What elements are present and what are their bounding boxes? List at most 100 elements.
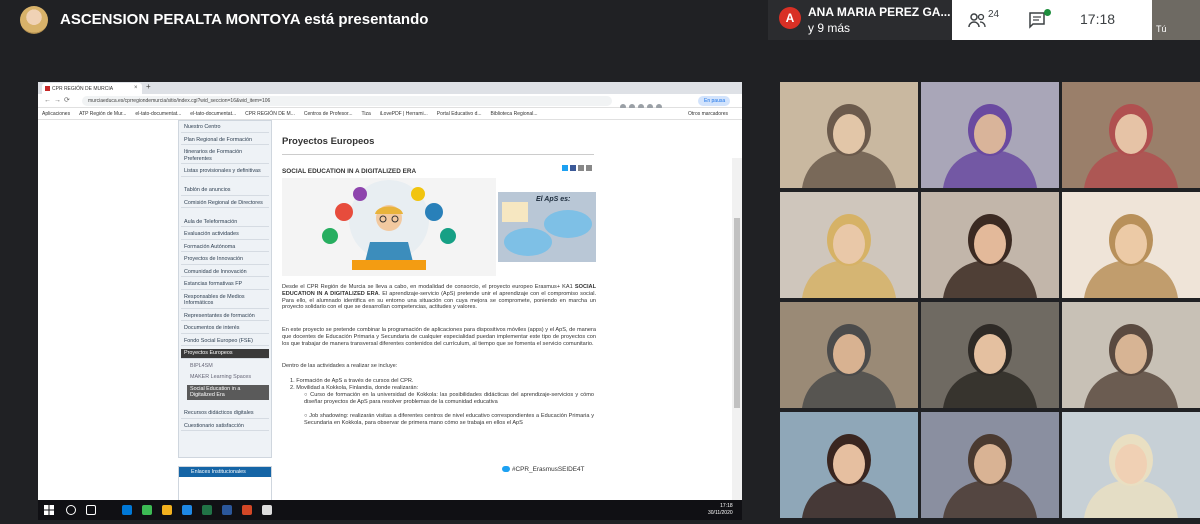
edge-icon[interactable] xyxy=(122,505,132,515)
meet-top-bar: ASCENSION PERALTA MONTOYA está presentan… xyxy=(0,0,1200,40)
bookmark-item[interactable]: Portal Educativo d... xyxy=(437,111,482,117)
bookmark-item[interactable]: iLovePDF | Herrami... xyxy=(380,111,428,117)
browser-tab[interactable]: CPR REGIÓN DE MURCIA × xyxy=(42,83,142,94)
sidebar-item[interactable]: Responsables de Medios Informáticos xyxy=(181,293,269,309)
bookmark-item[interactable]: Tiza xyxy=(362,111,371,117)
sidebar-item[interactable]: Fondo Social Europeo (FSE) xyxy=(181,337,269,346)
participant-video-tile[interactable] xyxy=(780,412,918,518)
participant-video-tile[interactable] xyxy=(921,412,1059,518)
participant-video-tile[interactable] xyxy=(780,302,918,408)
powerpoint-icon[interactable] xyxy=(242,505,252,515)
participant-video-tile[interactable] xyxy=(921,82,1059,188)
participant-video-tile[interactable] xyxy=(1062,412,1200,518)
activity-bullet-1: ○ Curso de formación en la universidad d… xyxy=(304,392,594,405)
sidebar-item[interactable]: Formación Autónoma xyxy=(181,243,269,252)
sidebar-item[interactable]: Plan Regional de Formación xyxy=(181,136,269,145)
participant-video-tile[interactable] xyxy=(1062,82,1200,188)
participant-video-tile[interactable] xyxy=(1062,192,1200,298)
chrome-icon[interactable] xyxy=(142,505,152,515)
shared-screen: CPR REGIÓN DE MURCIA × + ←→⟳ murciaeduca… xyxy=(38,82,742,520)
sidebar-subitem[interactable]: MAKER Learning Spaces xyxy=(187,373,269,382)
participant-more: y 9 más xyxy=(808,21,851,35)
self-video-tile[interactable]: Tú xyxy=(1152,0,1200,40)
word-icon[interactable] xyxy=(182,505,192,515)
sidebar-item[interactable]: Nuestro Centro xyxy=(181,123,269,133)
project-paragraph: En este proyecto se pretende combinar la… xyxy=(282,327,596,347)
bookmark-item[interactable]: el-tato-documentat... xyxy=(135,111,181,117)
sidebar-item[interactable]: Itinerarios de Formación Preferentes xyxy=(181,148,269,164)
sidebar-item[interactable]: Comisión Regional de Directores xyxy=(181,199,269,208)
folder-icon[interactable] xyxy=(162,505,172,515)
participant-silhouette xyxy=(943,214,1037,298)
participant-name: ANA MARIA PEREZ GA... xyxy=(808,5,951,19)
sidebar-item[interactable]: Proyectos Europeos xyxy=(181,349,269,359)
bookmark-item[interactable]: Biblioteca Regional... xyxy=(491,111,538,117)
sidebar-item[interactable]: Estancias formativas FP xyxy=(181,280,269,290)
participant-silhouette xyxy=(943,434,1037,518)
task-view-icon[interactable] xyxy=(86,505,96,515)
bookmarks-bar: Aplicaciones ATP Región de Mur... el-tato-… xyxy=(38,108,742,120)
store-icon[interactable] xyxy=(262,505,272,515)
sidebar-item[interactable]: Proyectos de Innovación xyxy=(181,255,269,265)
presenter-avatar xyxy=(20,6,48,34)
taskbar-clock[interactable]: 17:18 30/11/2020 xyxy=(708,503,733,517)
activity-item-2: 2. Movilidad a Kokkola, Finlandia, donde… xyxy=(290,385,419,391)
site-sidebar: Nuestro Centro Plan Regional de Formación… xyxy=(178,120,272,458)
participant-video-tile[interactable] xyxy=(780,192,918,298)
page-scrollbar[interactable] xyxy=(732,158,742,518)
search-icon[interactable] xyxy=(66,505,76,515)
nav-buttons[interactable]: ←→⟳ xyxy=(44,96,73,104)
people-icon[interactable] xyxy=(968,12,986,28)
intro-paragraph: Desde el CPR Región de Murcia se lleva a… xyxy=(282,284,597,311)
sidebar-subitem[interactable]: Social Education in a Digitalized Era xyxy=(187,384,269,400)
sidebar-item[interactable]: Documentos de interés xyxy=(181,324,269,334)
favicon-icon xyxy=(45,86,50,91)
participant-preview[interactable]: A ANA MARIA PEREZ GA... y 9 más xyxy=(768,0,952,40)
scroll-thumb[interactable] xyxy=(734,218,740,408)
sidebar-subitem[interactable]: BIPL4SM xyxy=(187,362,269,371)
tab-title: CPR REGIÓN DE MURCIA xyxy=(52,86,114,92)
participant-silhouette xyxy=(943,104,1037,188)
close-icon[interactable]: × xyxy=(134,85,138,91)
bookmark-item[interactable]: Centros de Profesor... xyxy=(304,111,353,117)
participant-video-tile[interactable] xyxy=(1062,302,1200,408)
share-icons[interactable] xyxy=(562,158,596,171)
bookmark-item[interactable]: ATP Región de Mur... xyxy=(79,111,126,117)
participant-silhouette xyxy=(802,104,896,188)
participant-video-tile[interactable] xyxy=(921,192,1059,298)
sidebar-item[interactable]: Recursos didácticos digitales xyxy=(181,409,269,419)
extension-icons[interactable] xyxy=(620,97,680,110)
participant-silhouette xyxy=(1084,214,1178,298)
windows-start-icon[interactable] xyxy=(44,505,54,515)
participant-video-tile[interactable] xyxy=(921,302,1059,408)
participant-silhouette xyxy=(1084,104,1178,188)
enlaces-heading[interactable]: Enlaces Institucionales xyxy=(179,467,271,477)
sidebar-item[interactable]: Evaluación actividades xyxy=(181,230,269,240)
browser-tab-strip: CPR REGIÓN DE MURCIA × + xyxy=(38,82,742,94)
participant-avatar: A xyxy=(779,7,801,29)
new-tab-button[interactable]: + xyxy=(146,82,151,91)
sidebar-item[interactable]: Aula de Teleformación xyxy=(181,218,269,227)
bookmark-item[interactable]: CPR REGIÓN DE M... xyxy=(245,111,295,117)
participant-silhouette xyxy=(1084,434,1178,518)
outlook-icon[interactable] xyxy=(222,505,232,515)
url-input[interactable]: murciaeduca.es/cprregiondemurcia/sitio/i… xyxy=(82,96,612,106)
main-content: Proyectos Europeos SOCIAL EDUCATION IN A… xyxy=(282,120,598,473)
twitter-hashtag[interactable]: #CPR_ErasmusSEIDE4T xyxy=(502,466,584,473)
sidebar-item[interactable]: Tablón de anuncios xyxy=(181,186,269,196)
bookmark-item[interactable]: Otros marcadores xyxy=(688,111,728,117)
sidebar-item[interactable]: Comunidad de Innovación xyxy=(181,268,269,277)
chat-notification-dot xyxy=(1044,9,1051,16)
self-label: Tú xyxy=(1156,24,1167,34)
sidebar-item[interactable]: Listas provisionales y definitivas xyxy=(181,167,269,177)
pause-button[interactable]: En pausa xyxy=(698,96,730,106)
sidebar-item[interactable]: Cuestionario satisfacción xyxy=(181,422,269,431)
sidebar-item[interactable]: Representantes de formación xyxy=(181,312,269,321)
participant-silhouette xyxy=(943,324,1037,408)
bookmark-item[interactable]: Aplicaciones xyxy=(42,111,70,117)
aps-infographic: El ApS es: xyxy=(498,192,596,262)
twitter-icon xyxy=(502,466,510,473)
bookmark-item[interactable]: el-tato-documentat... xyxy=(190,111,236,117)
participant-video-tile[interactable] xyxy=(780,82,918,188)
excel-icon[interactable] xyxy=(202,505,212,515)
